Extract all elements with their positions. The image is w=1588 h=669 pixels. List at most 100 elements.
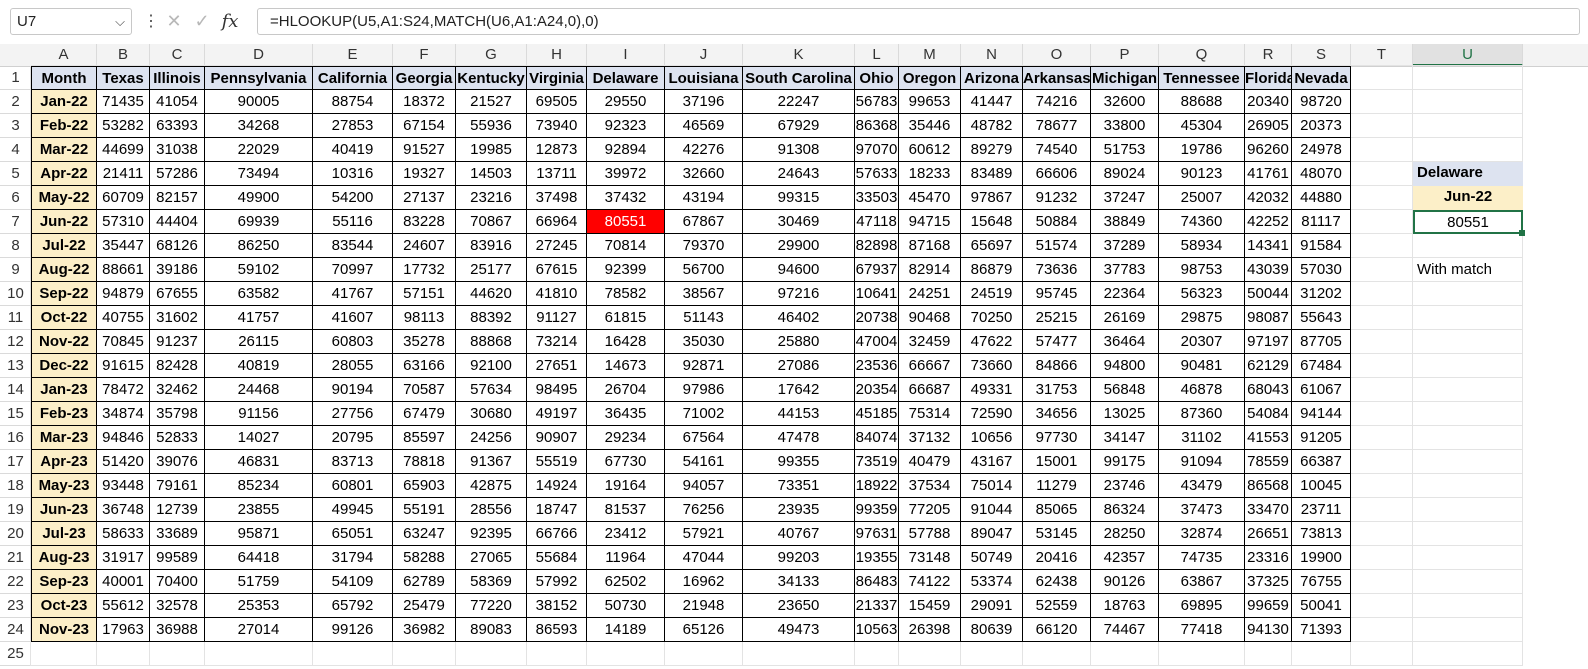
- table-cell[interactable]: 15648: [961, 210, 1023, 234]
- month-cell[interactable]: Apr-23: [31, 450, 97, 474]
- table-cell[interactable]: 98495: [527, 378, 587, 402]
- table-cell[interactable]: 20373: [1292, 114, 1351, 138]
- table-cell[interactable]: 49945: [313, 498, 393, 522]
- table-cell[interactable]: 24978: [1292, 138, 1351, 162]
- table-cell[interactable]: 32462: [150, 378, 205, 402]
- row-header-8[interactable]: 8: [0, 234, 31, 258]
- row-header-25[interactable]: 25: [0, 642, 31, 666]
- table-cell[interactable]: 90123: [1159, 162, 1245, 186]
- table-cell[interactable]: 65903: [393, 474, 456, 498]
- table-cell[interactable]: 99203: [743, 546, 855, 570]
- table-cell[interactable]: 49197: [527, 402, 587, 426]
- table-cell[interactable]: 25007: [1159, 186, 1245, 210]
- table-cell[interactable]: 74360: [1159, 210, 1245, 234]
- column-header-d[interactable]: D: [205, 44, 313, 66]
- table-cell[interactable]: 19164: [587, 474, 665, 498]
- table-cell[interactable]: 29875: [1159, 306, 1245, 330]
- table-cell[interactable]: 37473: [1159, 498, 1245, 522]
- table-cell[interactable]: 26651: [1245, 522, 1292, 546]
- table-cell[interactable]: 13025: [1091, 402, 1159, 426]
- table-cell[interactable]: 35798: [150, 402, 205, 426]
- table-cell[interactable]: 45304: [1159, 114, 1245, 138]
- table-cell[interactable]: 63166: [393, 354, 456, 378]
- table-cell[interactable]: 33470: [1245, 498, 1292, 522]
- lookup-month-cell[interactable]: Jun-22: [1413, 186, 1523, 210]
- table-header-cell[interactable]: South Carolina: [743, 66, 855, 90]
- table-cell[interactable]: 20795: [313, 426, 393, 450]
- table-cell[interactable]: 11964: [587, 546, 665, 570]
- table-header-cell[interactable]: Ohio: [855, 66, 899, 90]
- table-cell[interactable]: 14924: [527, 474, 587, 498]
- table-cell[interactable]: 10563: [855, 618, 899, 642]
- table-cell[interactable]: 89083: [456, 618, 527, 642]
- table-cell[interactable]: 32600: [1091, 90, 1159, 114]
- table-cell[interactable]: 42875: [456, 474, 527, 498]
- table-cell[interactable]: 21527: [456, 90, 527, 114]
- table-cell[interactable]: 94846: [97, 426, 150, 450]
- table-cell[interactable]: 85065: [1023, 498, 1091, 522]
- table-cell[interactable]: 12873: [527, 138, 587, 162]
- table-cell[interactable]: 98113: [393, 306, 456, 330]
- table-cell[interactable]: 94879: [97, 282, 150, 306]
- table-cell[interactable]: 89279: [961, 138, 1023, 162]
- table-cell[interactable]: 36988: [150, 618, 205, 642]
- table-cell[interactable]: 10045: [1292, 474, 1351, 498]
- table-cell[interactable]: 67730: [587, 450, 665, 474]
- table-cell[interactable]: 23316: [1245, 546, 1292, 570]
- table-cell[interactable]: 62789: [393, 570, 456, 594]
- table-cell[interactable]: 41757: [205, 306, 313, 330]
- table-cell[interactable]: 28250: [1091, 522, 1159, 546]
- table-cell[interactable]: 31038: [150, 138, 205, 162]
- table-header-cell[interactable]: Illinois: [150, 66, 205, 90]
- table-cell[interactable]: 40419: [313, 138, 393, 162]
- table-cell[interactable]: 51574: [1023, 234, 1091, 258]
- table-cell[interactable]: 16962: [665, 570, 743, 594]
- chevron-down-icon[interactable]: ⌵: [115, 9, 125, 34]
- table-cell[interactable]: 56323: [1159, 282, 1245, 306]
- table-cell[interactable]: 50884: [1023, 210, 1091, 234]
- table-header-cell[interactable]: Michigan: [1091, 66, 1159, 90]
- table-cell[interactable]: 87168: [899, 234, 961, 258]
- table-cell[interactable]: 47044: [665, 546, 743, 570]
- table-cell[interactable]: 37132: [899, 426, 961, 450]
- table-cell[interactable]: 29234: [587, 426, 665, 450]
- table-cell[interactable]: 66120: [1023, 618, 1091, 642]
- table-cell[interactable]: 56848: [1091, 378, 1159, 402]
- table-cell[interactable]: 20340: [1245, 90, 1292, 114]
- table-cell[interactable]: 38849: [1091, 210, 1159, 234]
- table-cell[interactable]: 63247: [393, 522, 456, 546]
- table-cell[interactable]: 55643: [1292, 306, 1351, 330]
- table-cell[interactable]: 92100: [456, 354, 527, 378]
- table-cell[interactable]: 26115: [205, 330, 313, 354]
- column-header-p[interactable]: P: [1091, 44, 1159, 66]
- row-header-22[interactable]: 22: [0, 570, 31, 594]
- table-cell[interactable]: 54161: [665, 450, 743, 474]
- month-cell[interactable]: May-23: [31, 474, 97, 498]
- table-cell[interactable]: 31602: [150, 306, 205, 330]
- table-header-cell[interactable]: Arizona: [961, 66, 1023, 90]
- table-cell[interactable]: 49900: [205, 186, 313, 210]
- table-cell[interactable]: 82157: [150, 186, 205, 210]
- table-cell[interactable]: 60801: [313, 474, 393, 498]
- table-cell[interactable]: 22364: [1091, 282, 1159, 306]
- enter-icon[interactable]: ✓: [188, 8, 216, 35]
- table-cell[interactable]: 63867: [1159, 570, 1245, 594]
- table-cell[interactable]: 88688: [1159, 90, 1245, 114]
- table-cell[interactable]: 67564: [665, 426, 743, 450]
- table-header-cell[interactable]: Texas: [97, 66, 150, 90]
- table-cell[interactable]: 87360: [1159, 402, 1245, 426]
- table-cell[interactable]: 61067: [1292, 378, 1351, 402]
- table-cell[interactable]: 44620: [456, 282, 527, 306]
- table-cell[interactable]: 67479: [393, 402, 456, 426]
- table-cell[interactable]: 88868: [456, 330, 527, 354]
- table-cell[interactable]: 69895: [1159, 594, 1245, 618]
- table-cell[interactable]: 50041: [1292, 594, 1351, 618]
- table-cell[interactable]: 25215: [1023, 306, 1091, 330]
- table-cell[interactable]: 86568: [1245, 474, 1292, 498]
- column-header-u[interactable]: U: [1413, 44, 1523, 66]
- table-cell[interactable]: 99359: [855, 498, 899, 522]
- table-cell[interactable]: 85234: [205, 474, 313, 498]
- table-cell[interactable]: 18747: [527, 498, 587, 522]
- table-header-cell[interactable]: Louisiana: [665, 66, 743, 90]
- table-cell[interactable]: 63393: [150, 114, 205, 138]
